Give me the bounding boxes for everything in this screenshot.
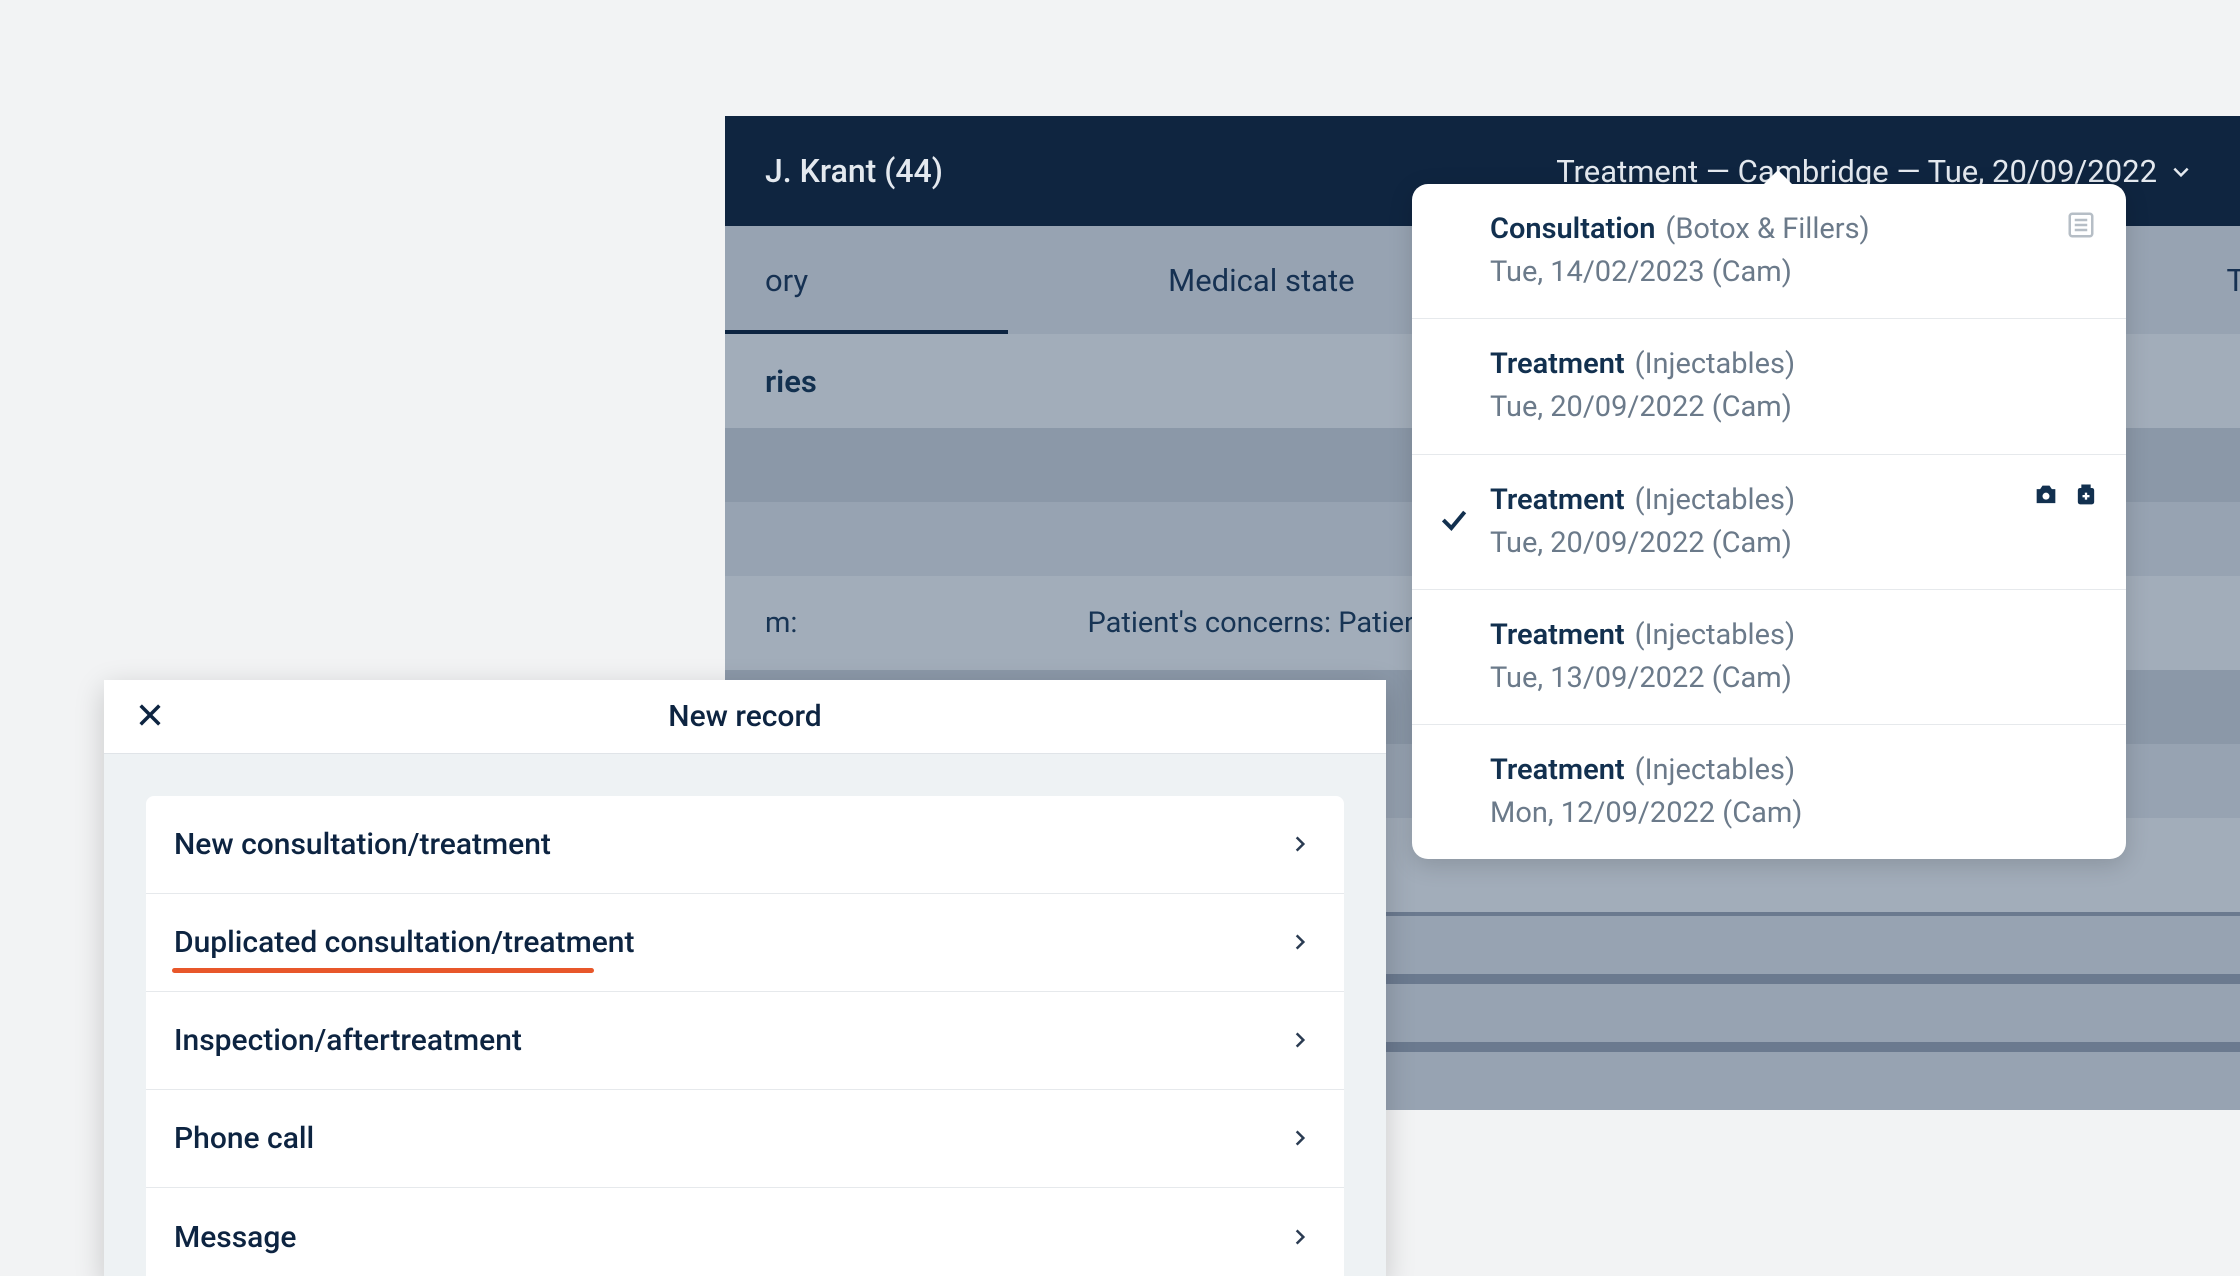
tab-medical-state[interactable]: Medical state [1168,226,1354,334]
chevron-right-icon [1290,1121,1310,1156]
new-record-modal: New record New consultation/treatment Du… [104,680,1386,1276]
chevron-right-icon [1290,1220,1310,1255]
modal-title: New record [668,699,821,734]
dd-title: Treatment [1490,753,1625,787]
modal-item-phone-call[interactable]: Phone call [146,1090,1344,1188]
modal-list: New consultation/treatment Duplicated co… [146,796,1344,1276]
concern-label: m: [765,606,797,640]
camera-icon [2032,481,2060,513]
chevron-right-icon [1290,925,1310,960]
dropdown-item-0[interactable]: Consultation (Botox & Fillers) Tue, 14/02… [1412,184,2126,319]
modal-item-label: Inspection/aftertreatment [174,1023,522,1058]
dd-date: Tue, 13/09/2022 (Cam) [1490,659,1795,698]
dd-date: Tue, 20/09/2022 (Cam) [1490,388,1795,427]
modal-item-label: New consultation/treatment [174,827,551,862]
modal-item-label: Message [174,1220,296,1255]
dd-title: Consultation [1490,212,1655,246]
close-icon[interactable] [136,701,164,733]
dd-date: Tue, 14/02/2023 (Cam) [1490,253,1870,292]
dd-title: Treatment [1490,483,1625,517]
dd-sub: (Injectables) [1635,483,1795,517]
tab-history[interactable]: ory [765,226,808,334]
dd-sub: (Injectables) [1635,618,1795,652]
dd-title: Treatment [1490,618,1625,652]
dd-sub: (Injectables) [1635,347,1795,381]
modal-item-label: Phone call [174,1121,314,1156]
dd-title: Treatment [1490,347,1625,381]
highlight-underline [172,968,594,973]
modal-item-inspection[interactable]: Inspection/aftertreatment [146,992,1344,1090]
dd-date: Mon, 12/09/2022 (Cam) [1490,794,1802,833]
medical-icon [2072,481,2100,513]
dropdown-item-2[interactable]: Treatment (Injectables) Tue, 20/09/2022 (… [1412,455,2126,590]
dropdown-item-1[interactable]: Treatment (Injectables) Tue, 20/09/2022 (… [1412,319,2126,454]
chevron-right-icon [1290,1023,1310,1058]
check-icon [1438,504,1470,540]
dd-date: Tue, 20/09/2022 (Cam) [1490,524,1795,563]
chevron-down-icon [2171,153,2191,190]
list-icon [2066,210,2096,244]
treatment-dropdown: Consultation (Botox & Fillers) Tue, 14/02… [1412,184,2126,859]
dd-sub: (Botox & Fillers) [1665,212,1869,246]
modal-item-new-consultation[interactable]: New consultation/treatment [146,796,1344,894]
dd-sub: (Injectables) [1635,753,1795,787]
modal-item-duplicated-consultation[interactable]: Duplicated consultation/treatment [146,894,1344,992]
modal-header: New record [104,680,1386,754]
patient-name: J. Krant (44) [765,152,943,190]
tab-right-partial[interactable]: T [2227,226,2240,334]
dropdown-item-4[interactable]: Treatment (Injectables) Mon, 12/09/2022 (… [1412,725,2126,859]
dropdown-item-3[interactable]: Treatment (Injectables) Tue, 13/09/2022 (… [1412,590,2126,725]
chevron-right-icon [1290,827,1310,862]
modal-item-label: Duplicated consultation/treatment [174,925,635,960]
modal-item-message[interactable]: Message [146,1188,1344,1276]
